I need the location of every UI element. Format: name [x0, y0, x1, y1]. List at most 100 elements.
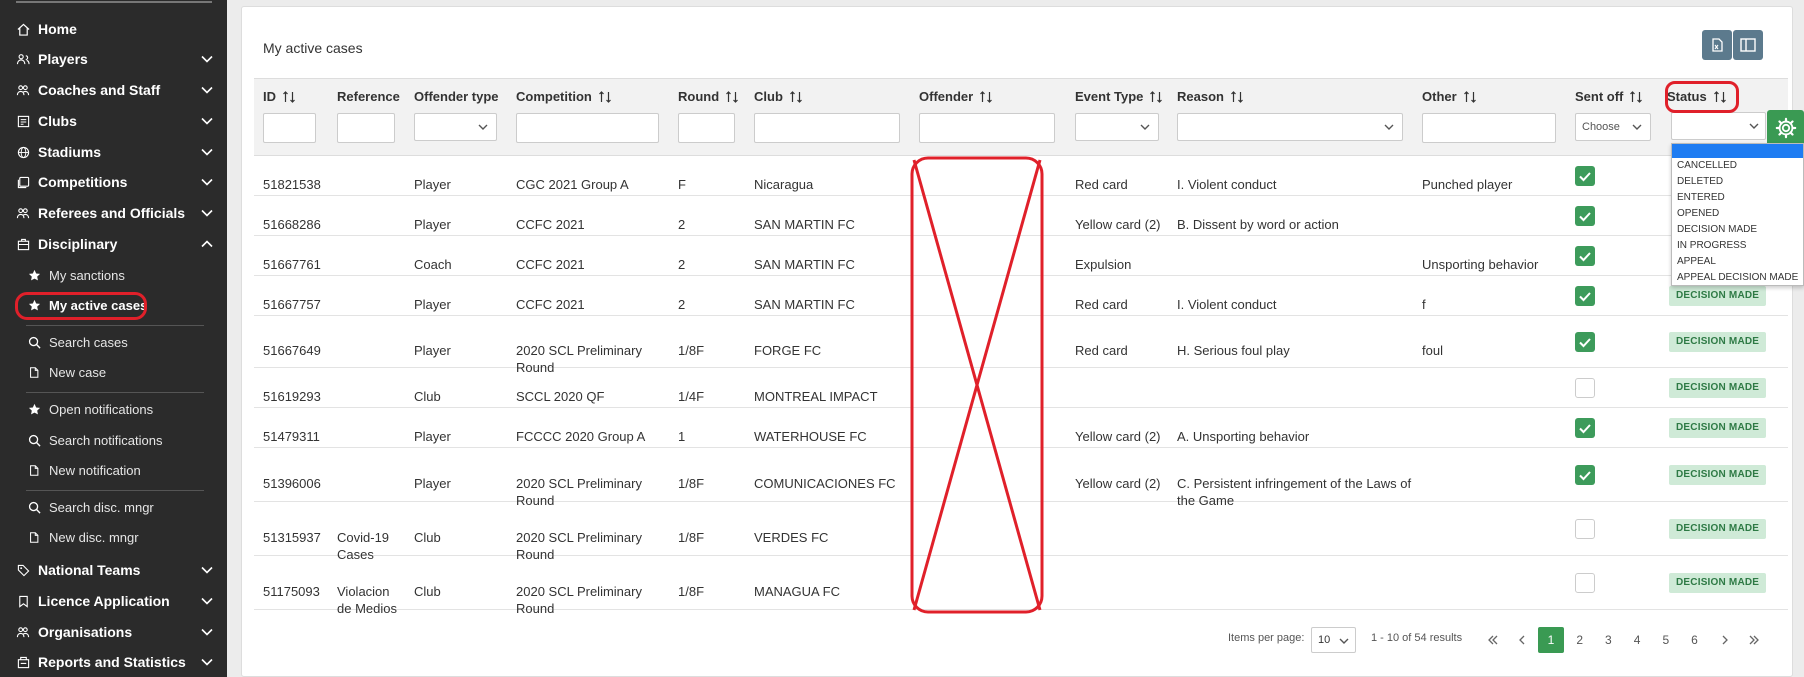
cell-reference: Violacion de Medios — [337, 584, 397, 616]
sidebar-subitem-new-case[interactable]: New case — [0, 358, 227, 386]
status-option-decision-made[interactable]: DECISION MADE — [1672, 222, 1803, 238]
sidebar-subitem-my-sanctions[interactable]: My sanctions — [0, 261, 227, 289]
page-button-3[interactable]: 3 — [1595, 627, 1621, 653]
sent-off-checkbox[interactable] — [1575, 246, 1595, 266]
sidebar-item-home[interactable]: Home — [0, 14, 227, 44]
sort-icon[interactable] — [598, 90, 612, 104]
sent-off-checkbox[interactable] — [1575, 332, 1595, 352]
table-header: ID Reference Offender type Competition Round… — [254, 78, 1788, 156]
sidebar-item-competitions[interactable]: Competitions — [0, 167, 227, 197]
sent-off-checkbox[interactable] — [1575, 378, 1595, 398]
sent-off-checkbox[interactable] — [1575, 573, 1595, 593]
cell-event-type: Yellow card (2) — [1075, 429, 1161, 444]
cell-offender-type: Coach — [414, 257, 452, 272]
status-badge: DECISION MADE — [1669, 465, 1767, 485]
cell-reason: A. Unsporting behavior — [1177, 429, 1310, 444]
sidebar-subitem-new-notification[interactable]: New notification — [0, 456, 227, 484]
sidebar-subitem-search-disc-mngr[interactable]: Search disc. mngr — [0, 493, 227, 521]
sidebar-subitem-search-cases[interactable]: Search cases — [0, 328, 227, 356]
sent-off-checkbox[interactable] — [1575, 519, 1595, 539]
page-button-1[interactable]: 1 — [1538, 627, 1564, 653]
sort-icon[interactable] — [1629, 90, 1643, 104]
cell-round: 2 — [678, 257, 686, 272]
tag-icon — [16, 563, 30, 577]
sidebar-item-licence-application[interactable]: Licence Application — [0, 586, 227, 616]
column-header-round[interactable]: Round — [678, 89, 739, 104]
column-header-event-type[interactable]: Event Type — [1075, 89, 1163, 104]
filter-id-input[interactable] — [263, 113, 316, 143]
sidebar-item-organisations[interactable]: Organisations — [0, 617, 227, 647]
status-option-blank[interactable] — [1672, 144, 1803, 158]
sent-off-checkbox[interactable] — [1575, 418, 1595, 438]
sent-off-checkbox[interactable] — [1575, 286, 1595, 306]
page-button-4[interactable]: 4 — [1624, 627, 1650, 653]
next-page-button[interactable] — [1712, 627, 1738, 653]
sidebar-item-clubs[interactable]: Clubs — [0, 106, 227, 136]
status-option-cancelled[interactable]: CANCELLED — [1672, 158, 1803, 174]
status-option-entered[interactable]: ENTERED — [1672, 190, 1803, 206]
toggle-columns-button[interactable] — [1733, 30, 1763, 60]
filter-club-input[interactable] — [754, 113, 900, 143]
column-header-reason[interactable]: Reason — [1177, 89, 1244, 104]
cell-club: SAN MARTIN FC — [754, 297, 855, 312]
page-button-5[interactable]: 5 — [1653, 627, 1679, 653]
status-option-appeal[interactable]: APPEAL — [1672, 254, 1803, 270]
cell-club: MONTREAL IMPACT — [754, 389, 878, 404]
column-header-sent-off[interactable]: Sent off — [1575, 89, 1643, 104]
sort-icon[interactable] — [282, 90, 296, 104]
page-number: 3 — [1605, 633, 1612, 647]
first-page-button[interactable] — [1480, 627, 1506, 653]
status-option-opened[interactable]: OPENED — [1672, 206, 1803, 222]
sidebar: Home Players Coaches and Staff Clubs Stadium… — [0, 0, 227, 677]
sidebar-subitem-search-notifications[interactable]: Search notifications — [0, 426, 227, 454]
column-header-id[interactable]: ID — [263, 89, 296, 104]
prev-page-button[interactable] — [1509, 627, 1535, 653]
column-header-offender[interactable]: Offender — [919, 89, 993, 104]
cell-competition: CGC 2021 Group A — [516, 177, 629, 192]
sort-icon[interactable] — [1149, 90, 1163, 104]
sidebar-item-referees-and-officials[interactable]: Referees and Officials — [0, 198, 227, 228]
filter-reference-input[interactable] — [337, 113, 395, 143]
page-button-2[interactable]: 2 — [1567, 627, 1593, 653]
sidebar-item-national-teams[interactable]: National Teams — [0, 555, 227, 585]
status-option-appeal-decision-made[interactable]: APPEAL DECISION MADE — [1672, 270, 1803, 286]
sent-off-checkbox[interactable] — [1575, 465, 1595, 485]
sidebar-item-disciplinary[interactable]: Disciplinary — [0, 229, 227, 259]
settings-button[interactable] — [1767, 110, 1804, 146]
last-page-button[interactable] — [1741, 627, 1767, 653]
sidebar-subitem-new-disc-mngr[interactable]: New disc. mngr — [0, 523, 227, 551]
star-icon — [27, 268, 41, 282]
sidebar-item-players[interactable]: Players — [0, 44, 227, 74]
sort-icon[interactable] — [725, 90, 739, 104]
items-per-page-select[interactable]: 10 — [1311, 627, 1356, 653]
sent-off-checkbox[interactable] — [1575, 166, 1595, 186]
cell-competition: 2020 SCL Preliminary Round — [516, 584, 642, 616]
sidebar-item-reports-and-statistics[interactable]: Reports and Statistics — [0, 647, 227, 677]
filter-reason-select[interactable] — [1177, 113, 1403, 141]
status-filter-select[interactable] — [1671, 112, 1766, 140]
sort-icon[interactable] — [979, 90, 993, 104]
cell-reason: H. Serious foul play — [1177, 343, 1290, 358]
column-header-club[interactable]: Club — [754, 89, 803, 104]
filter-round-input[interactable] — [678, 113, 735, 143]
cell-competition: CCFC 2021 — [516, 217, 585, 232]
filter-sent-off-select[interactable]: Choose — [1575, 113, 1651, 141]
sidebar-item-stadiums[interactable]: Stadiums — [0, 137, 227, 167]
sidebar-item-coaches-and-staff[interactable]: Coaches and Staff — [0, 75, 227, 105]
filter-offender-type-select[interactable] — [414, 113, 497, 141]
column-header-other[interactable]: Other — [1422, 89, 1477, 104]
sort-icon[interactable] — [789, 90, 803, 104]
export-excel-button[interactable] — [1702, 30, 1732, 60]
sent-off-checkbox[interactable] — [1575, 206, 1595, 226]
filter-other-input[interactable] — [1422, 113, 1556, 143]
filter-event-type-select[interactable] — [1075, 113, 1159, 141]
sort-icon[interactable] — [1230, 90, 1244, 104]
sidebar-subitem-open-notifications[interactable]: Open notifications — [0, 395, 227, 423]
page-button-6[interactable]: 6 — [1682, 627, 1708, 653]
status-option-deleted[interactable]: DELETED — [1672, 174, 1803, 190]
status-option-in-progress[interactable]: IN PROGRESS — [1672, 238, 1803, 254]
sort-icon[interactable] — [1463, 90, 1477, 104]
filter-offender-input[interactable] — [919, 113, 1055, 143]
filter-competition-input[interactable] — [516, 113, 659, 143]
column-header-competition[interactable]: Competition — [516, 89, 612, 104]
